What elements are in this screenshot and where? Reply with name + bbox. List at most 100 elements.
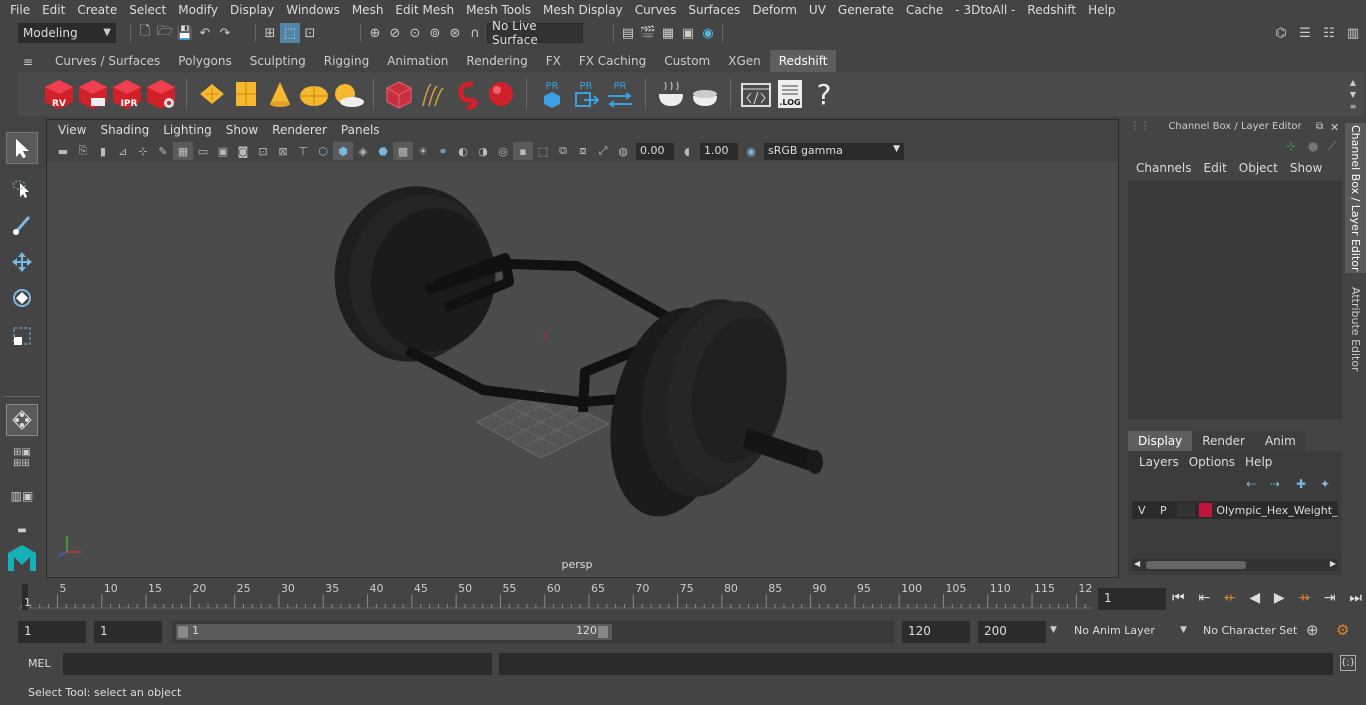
scene-end-field[interactable]: 200 [978, 621, 1046, 643]
redshift-proxy-button[interactable] [382, 76, 416, 112]
channel-box-toggle-icon[interactable]: ▥ [1343, 23, 1363, 43]
tab-redshift[interactable]: Redshift [769, 50, 837, 72]
range-slider[interactable]: 1 120 [172, 621, 616, 643]
bookmark-icon[interactable]: ▮ [93, 142, 113, 160]
step-back-frame-icon[interactable]: ⇷ [1224, 590, 1236, 606]
tab-rigging[interactable]: Rigging [315, 50, 378, 72]
layer-tab-render[interactable]: Render [1192, 431, 1255, 451]
shelf-menu-down-icon[interactable]: ≡ [1350, 102, 1357, 111]
attribute-editor-toggle-icon[interactable]: ☰ [1295, 23, 1315, 43]
gate-mask-icon[interactable]: ◙ [233, 142, 253, 160]
tab-sculpting[interactable]: Sculpting [241, 50, 315, 72]
menu-mesh[interactable]: Mesh [346, 3, 390, 17]
undo-icon[interactable]: ↶ [195, 23, 215, 43]
snap-grid-icon[interactable]: ⊕ [365, 23, 385, 43]
isolate-select-icon[interactable]: ⬚ [533, 142, 553, 160]
playback-end-field[interactable]: 120 [902, 621, 970, 643]
step-forward-key-icon[interactable]: ⇥ [1324, 590, 1336, 606]
menu-modify[interactable]: Modify [172, 3, 224, 17]
workspace-dropdown[interactable]: Modeling ▼ [18, 23, 116, 43]
snap-surface-icon[interactable]: ⊛ [445, 23, 465, 43]
2d-pan-zoom-icon[interactable]: ⊹ [133, 142, 153, 160]
resolution-gate-icon[interactable]: ▣ [213, 142, 233, 160]
snap-curve-icon[interactable]: ⊘ [385, 23, 405, 43]
redshift-volume-button[interactable] [450, 76, 484, 112]
safe-title-icon[interactable]: ⊤ [293, 142, 313, 160]
snap-point-icon[interactable]: ⊙ [405, 23, 425, 43]
camera-select-icon[interactable]: ▬ [53, 142, 73, 160]
shelf-menu-icon[interactable]: ≡ [18, 50, 38, 74]
scroll-right-icon[interactable]: ▶ [1330, 559, 1336, 568]
go-to-end-icon[interactable]: ⏭ [1349, 590, 1362, 606]
tab-fx[interactable]: FX [537, 50, 570, 72]
scroll-left-icon[interactable]: ◀ [1134, 559, 1140, 568]
redshift-render-view-button[interactable]: RV [42, 76, 76, 112]
select-object-icon[interactable]: ⬚ [280, 23, 300, 43]
redshift-help-button[interactable]: ? [807, 76, 841, 112]
layer-menu-layers[interactable]: Layers [1134, 455, 1184, 469]
auto-key-icon[interactable]: ⊕ [1306, 621, 1319, 639]
viewport-scene[interactable]: * persp [47, 162, 1118, 577]
use-lights-icon[interactable]: ☀ [413, 142, 433, 160]
redshift-object-properties-button[interactable] [484, 76, 518, 112]
grease-pencil-icon[interactable]: ✎ [153, 142, 173, 160]
live-surface-field[interactable]: No Live Surface [487, 19, 583, 47]
menu-3dtoall[interactable]: - 3DtoAll - [949, 3, 1021, 17]
close-icon[interactable]: ✕ [1330, 121, 1339, 134]
layer-tab-display[interactable]: Display [1128, 431, 1193, 451]
layer-hscrollbar[interactable]: ◀ ▶ [1132, 559, 1338, 571]
tab-fx-caching[interactable]: FX Caching [570, 50, 655, 72]
camera-attributes-icon[interactable]: ⎘ [73, 142, 93, 160]
scroll-up-icon[interactable]: ▲ [1350, 78, 1356, 87]
snap-view-icon[interactable]: ⊚ [425, 23, 445, 43]
menu-mesh-display[interactable]: Mesh Display [537, 3, 629, 17]
script-editor-icon[interactable]: {;} [1340, 655, 1356, 671]
axis-icon[interactable]: ⊹ [1286, 139, 1296, 153]
redshift-spot-light-button[interactable] [263, 76, 297, 112]
scale-tool[interactable] [6, 320, 38, 352]
cb-menu-channels[interactable]: Channels [1130, 161, 1198, 175]
wireframe-icon[interactable]: ⬡ [313, 142, 333, 160]
layer-name[interactable]: Olympic_Hex_Weight_I [1216, 504, 1338, 517]
cb-menu-show[interactable]: Show [1284, 161, 1328, 175]
select-component-icon[interactable]: ⊡ [300, 23, 320, 43]
vp-menu-panels[interactable]: Panels [334, 123, 387, 137]
layer-menu-options[interactable]: Options [1184, 455, 1240, 469]
save-scene-icon[interactable]: 💾 [175, 23, 195, 43]
menu-redshift[interactable]: Redshift [1021, 3, 1082, 17]
safe-action-icon[interactable]: ⊠ [273, 142, 293, 160]
vp-menu-lighting[interactable]: Lighting [156, 123, 219, 137]
redshift-area-light-button[interactable] [229, 76, 263, 112]
frame-all-icon[interactable]: ⤢ [593, 142, 613, 160]
range-slider-track[interactable] [176, 624, 612, 640]
range-start-handle[interactable] [178, 626, 188, 638]
menu-edit[interactable]: Edit [36, 3, 71, 17]
side-tab-channel-box[interactable]: Channel Box / Layer Editor [1345, 123, 1366, 273]
menu-help[interactable]: Help [1082, 3, 1121, 17]
chevron-down-icon[interactable]: ▼ [1180, 625, 1187, 635]
redshift-script-button[interactable] [739, 76, 773, 112]
float-window-icon[interactable]: ⧉ [1316, 121, 1323, 132]
playback-start-field[interactable]: 1 [94, 621, 162, 643]
cb-menu-edit[interactable]: Edit [1198, 161, 1233, 175]
exposure-icon[interactable]: ◍ [613, 142, 633, 160]
hypershade-icon[interactable]: ◉ [698, 23, 718, 43]
menu-mesh-tools[interactable]: Mesh Tools [460, 3, 537, 17]
shelf-scroll[interactable]: ▲ ▼ ≡ [1346, 76, 1360, 112]
redshift-batch-render-button[interactable] [76, 76, 110, 112]
vp-menu-renderer[interactable]: Renderer [265, 123, 334, 137]
xray-icon[interactable]: ▩ [393, 142, 413, 160]
animation-preferences-icon[interactable]: ⚙ [1336, 621, 1349, 639]
layout-four-view-button[interactable]: ⊞▣ ⊞⊞ [6, 442, 38, 474]
ambient-occlusion-icon[interactable]: ◐ [453, 142, 473, 160]
new-layer-selected-icon[interactable]: ✦ [1320, 477, 1330, 491]
redshift-dome-light-button[interactable] [297, 76, 331, 112]
tab-animation[interactable]: Animation [378, 50, 457, 72]
move-layer-down-icon[interactable]: ⇢ [1270, 477, 1280, 491]
grid-icon[interactable]: ▦ [173, 142, 193, 160]
go-to-start-icon[interactable]: ⏮ [1172, 590, 1185, 606]
redshift-pr-swap-button[interactable]: PR [603, 76, 637, 112]
wireframe-on-shaded-icon[interactable]: ⬣ [373, 142, 393, 160]
render-settings-icon[interactable]: ▤ [618, 23, 638, 43]
script-language-toggle[interactable]: MEL [28, 657, 51, 670]
